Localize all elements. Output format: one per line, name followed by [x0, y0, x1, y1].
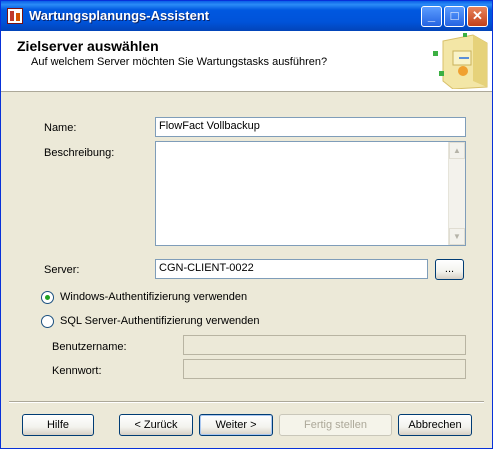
- radio-selected-dot: [45, 295, 50, 300]
- browse-server-button[interactable]: ...: [435, 259, 464, 280]
- close-icon: ✕: [472, 8, 483, 23]
- server-label: Server:: [44, 264, 80, 276]
- password-label: Kennwort:: [52, 365, 102, 377]
- sql-auth-label[interactable]: SQL Server-Authentifizierung verwenden: [60, 315, 260, 327]
- cancel-button[interactable]: Abbrechen: [398, 414, 472, 436]
- help-button[interactable]: Hilfe: [22, 414, 94, 436]
- finish-button[interactable]: Fertig stellen: [279, 414, 392, 436]
- server-field[interactable]: CGN-CLIENT-0022: [155, 259, 428, 279]
- name-label: Name:: [44, 122, 77, 134]
- description-field[interactable]: ▲ ▼: [155, 141, 466, 246]
- close-button[interactable]: ✕: [467, 6, 488, 27]
- wizard-window: Wartungsplanungs-Assistent _ □ ✕ Zielser…: [0, 0, 493, 449]
- windows-auth-radio[interactable]: [41, 291, 54, 304]
- username-field[interactable]: [183, 335, 466, 355]
- wizard-app-icon: [7, 8, 23, 24]
- title-bar[interactable]: Wartungsplanungs-Assistent _ □ ✕: [1, 1, 492, 31]
- scroll-up-icon[interactable]: ▲: [449, 142, 465, 159]
- maximize-button[interactable]: □: [444, 6, 465, 27]
- description-scrollbar[interactable]: ▲ ▼: [448, 142, 465, 245]
- password-field[interactable]: [183, 359, 466, 379]
- minimize-icon: _: [427, 8, 436, 23]
- footer-divider: [9, 401, 484, 403]
- minimize-button[interactable]: _: [421, 6, 442, 27]
- page-subtitle: Auf welchem Server möchten Sie Wartungst…: [31, 56, 328, 68]
- next-button[interactable]: Weiter >: [199, 414, 273, 436]
- name-field[interactable]: FlowFact Vollbackup: [155, 117, 466, 137]
- wizard-banner-icon: [433, 33, 488, 89]
- windows-auth-label[interactable]: Windows-Authentifizierung verwenden: [60, 291, 247, 303]
- username-label: Benutzername:: [52, 341, 127, 353]
- description-label: Beschreibung:: [44, 147, 115, 159]
- sql-auth-radio[interactable]: [41, 315, 54, 328]
- browse-label: ...: [444, 263, 455, 275]
- wizard-header: Zielserver auswählen Auf welchem Server …: [1, 31, 492, 92]
- maximize-icon: □: [450, 8, 459, 23]
- page-title: Zielserver auswählen: [17, 38, 159, 54]
- window-title: Wartungsplanungs-Assistent: [29, 8, 210, 23]
- scroll-down-icon[interactable]: ▼: [449, 228, 465, 245]
- back-button[interactable]: < Zurück: [119, 414, 193, 436]
